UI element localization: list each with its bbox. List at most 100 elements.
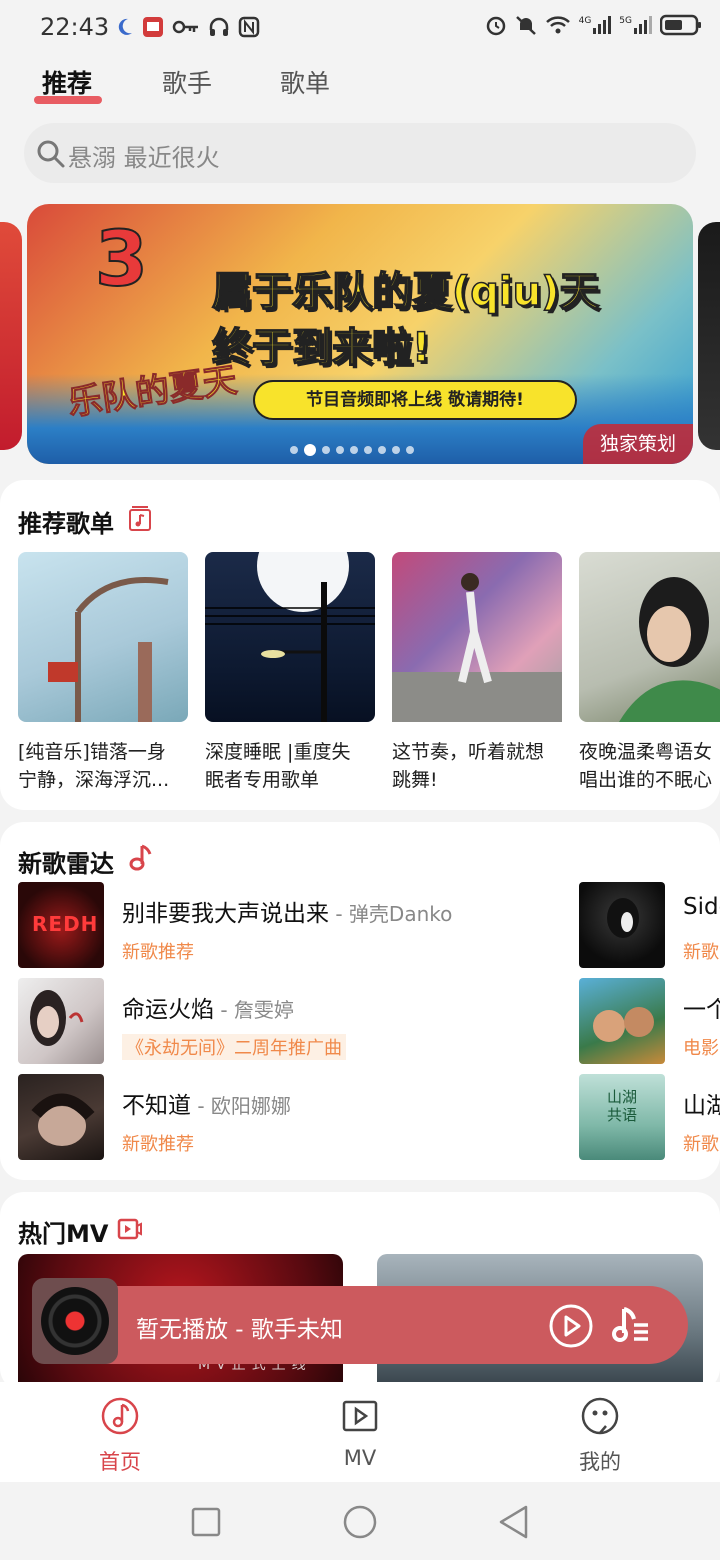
alarm-icon [486, 16, 505, 36]
banner-dot [378, 446, 386, 454]
song-title: Side [683, 894, 720, 920]
song-title-line: 命运火焰 - 詹雯婷 [122, 990, 294, 1024]
banner-headline: 属于乐队的夏(qiu)天 终于到来啦! [211, 264, 600, 376]
playlist-name: [纯音乐]错落一身 宁静，深海浮沉... [18, 741, 170, 791]
headphones-icon [209, 17, 229, 36]
nav-home[interactable]: 首页 [60, 1396, 180, 1476]
song-cover-text: 山湖共语 [606, 1088, 637, 1124]
song-row[interactable]: Side 新歌 [579, 882, 720, 968]
nav-mine[interactable]: 我的 [540, 1396, 660, 1476]
song-title-line: 别非要我大声说出来 - 弹壳Danko [122, 894, 452, 928]
song-row[interactable]: REDH 别非要我大声说出来 - 弹壳Danko 新歌推荐 [18, 882, 538, 968]
song-tag: 新歌 [683, 1134, 719, 1155]
mini-player[interactable]: 暂无播放 - 歌手未知 [32, 1278, 688, 1364]
search-icon [37, 140, 65, 168]
nav-mine-label: 我的 [579, 1450, 621, 1474]
banner-dot [336, 446, 344, 454]
playlist-item[interactable]: 夜晚温柔粤语女 唱出谁的不眠心 [579, 552, 720, 794]
tab-recommend[interactable]: 推荐 [42, 64, 92, 100]
music-note-icon [101, 1397, 139, 1435]
battery-icon [660, 14, 701, 36]
player-album-art[interactable] [32, 1278, 118, 1364]
banner-prev-peek[interactable] [0, 222, 22, 450]
song-title-line: 不知道 - 欧阳娜娜 [122, 1086, 291, 1120]
playlist-cover-art [392, 573, 562, 722]
bottom-navigation: 首页 MV 我的 [0, 1382, 720, 1482]
banner-exclusive-tag: 独家策划 [583, 424, 693, 464]
nav-mv[interactable]: MV [300, 1396, 420, 1470]
song-title: 命运火焰 [122, 997, 214, 1023]
playlist-cover-art [205, 520, 375, 722]
notification-icons [118, 16, 260, 38]
moon-icon [118, 18, 132, 35]
song-cover-art [607, 898, 639, 938]
smiley-icon [581, 1397, 619, 1435]
status-bar: 22:43 4G 5G [0, 0, 720, 52]
playlist-cover[interactable] [205, 520, 375, 722]
playlist-item[interactable]: 这节奏，听着就想 跳舞! [392, 552, 562, 794]
song-title: 山湖 [683, 1093, 720, 1119]
banner-dot [392, 446, 400, 454]
back-triangle-icon[interactable] [496, 1504, 530, 1540]
playlist-queue-button[interactable] [612, 1303, 652, 1347]
playlist-name: 深度睡眠 |重度失 眠者专用歌单 [205, 741, 351, 791]
playlist-icon [129, 506, 151, 531]
app-notification-icon [143, 17, 163, 37]
key-icon [172, 20, 198, 34]
signal-4g-icon: 4G [579, 16, 612, 34]
banner-season-number: 3 [94, 213, 149, 304]
song-artist: - 弹壳Danko [329, 902, 453, 926]
song-cover[interactable]: 山湖共语 [579, 1074, 665, 1160]
tab-singers[interactable]: 歌手 [162, 64, 212, 100]
search-bar[interactable]: 悬溺 最近很火 [24, 123, 696, 183]
wifi-icon [545, 16, 570, 34]
song-tag: 新歌 [683, 942, 719, 963]
home-circle-icon[interactable] [342, 1504, 378, 1540]
banner-pagination [290, 444, 414, 456]
banner-headline-line2: 终于到来啦! [211, 324, 431, 372]
song-row[interactable]: 一个 电影 [579, 978, 720, 1064]
playlist-cover[interactable] [18, 552, 188, 722]
new-songs-title: 新歌雷达 [18, 850, 114, 878]
active-tab-indicator [34, 96, 102, 104]
banner-next-peek[interactable] [698, 222, 720, 450]
song-cover[interactable] [579, 882, 665, 968]
banner-subtitle: 节目音频即将上线 敬请期待! [253, 380, 577, 420]
banner-dot [322, 446, 330, 454]
song-title: 别非要我大声说出来 [122, 901, 329, 927]
mv-icon [117, 1218, 142, 1240]
banner-carousel[interactable]: 3 属于乐队的夏(qiu)天 终于到来啦! 节目音频即将上线 敬请期待! 乐队的… [27, 204, 693, 464]
song-title: 不知道 [122, 1093, 191, 1119]
banner-dot [290, 446, 298, 454]
banner-dot [364, 446, 372, 454]
song-row[interactable]: 不知道 - 欧阳娜娜 新歌推荐 [18, 1074, 538, 1160]
song-cover-text: REDH [32, 912, 99, 936]
signal-5g-icon: 5G [619, 16, 652, 34]
nfc-icon [238, 16, 260, 38]
recommended-playlists-title: 推荐歌单 [18, 510, 114, 538]
song-title: 一个 [683, 997, 720, 1023]
playlist-item[interactable]: 深度睡眠 |重度失 眠者专用歌单 [205, 520, 375, 794]
song-cover[interactable]: REDH [18, 882, 104, 968]
network-5g-label: 5G [619, 16, 632, 26]
song-tag: 新歌推荐 [122, 942, 194, 963]
song-cover-art [30, 990, 84, 1046]
vinyl-disc-icon [41, 1287, 109, 1355]
tab-playlists[interactable]: 歌单 [280, 64, 330, 100]
playlist-item[interactable]: [纯音乐]错落一身 宁静，深海浮沉... [18, 552, 188, 794]
song-row[interactable]: 命运火焰 - 詹雯婷 《永劫无间》二周年推广曲 [18, 978, 538, 1064]
status-time: 22:43 [40, 13, 110, 41]
playlist-cover[interactable] [579, 552, 720, 722]
playlist-cover[interactable] [392, 552, 562, 722]
nav-home-label: 首页 [99, 1450, 141, 1474]
song-row[interactable]: 山湖共语 山湖 新歌 [579, 1074, 720, 1160]
song-cover[interactable] [18, 1074, 104, 1160]
play-button[interactable] [548, 1303, 594, 1349]
song-cover[interactable] [579, 978, 665, 1064]
recent-apps-icon[interactable] [190, 1506, 222, 1538]
song-tag: 新歌推荐 [122, 1134, 194, 1155]
song-cover[interactable] [18, 978, 104, 1064]
song-cover-art [31, 1093, 95, 1146]
song-tag: 电影 [683, 1038, 719, 1059]
search-placeholder: 悬溺 最近很火 [68, 144, 220, 172]
